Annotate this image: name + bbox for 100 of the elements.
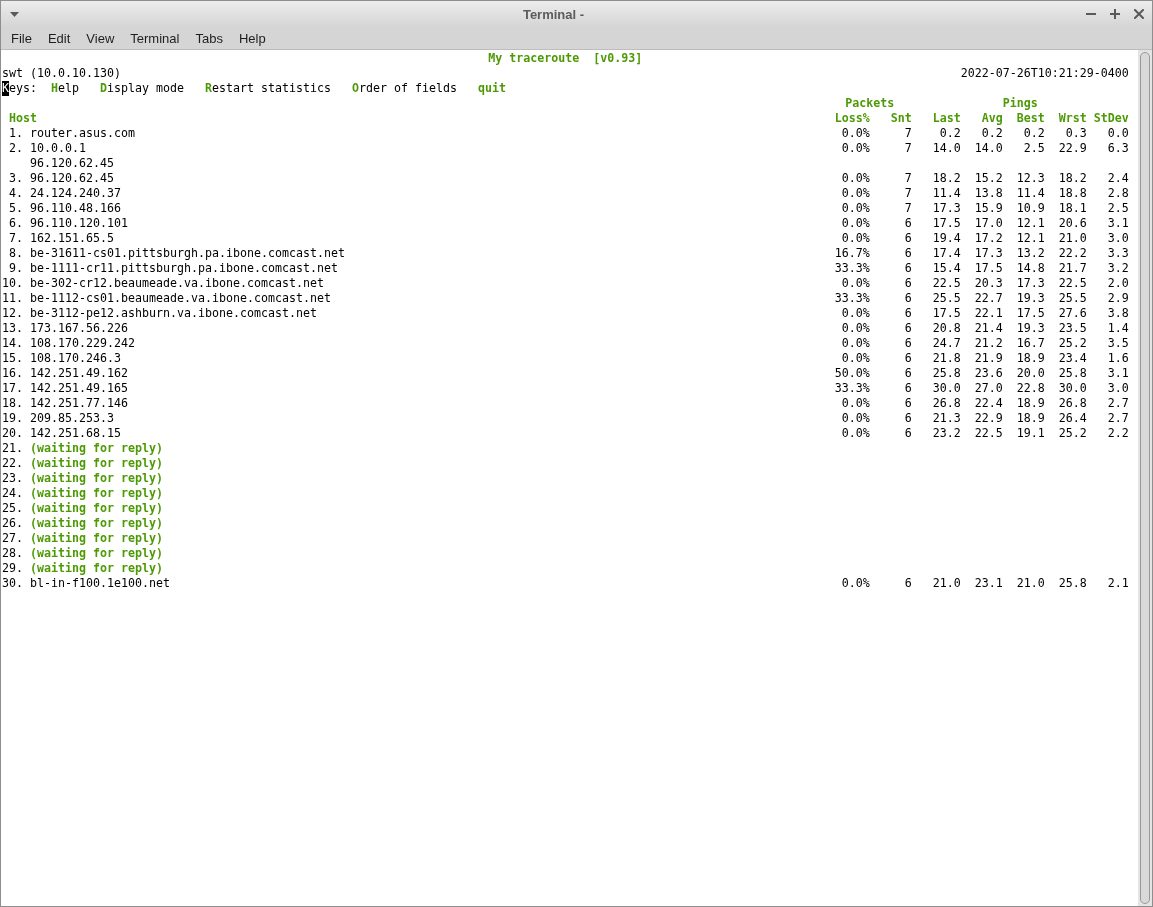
table-cell: 25.2 — [1058, 426, 1087, 441]
hop-number: 5. — [9, 201, 23, 216]
hop-number: 28. — [2, 546, 23, 561]
table-cell: 25.2 — [1058, 336, 1087, 351]
table-cell: 30.0 — [1058, 381, 1087, 396]
table-cell: 6 — [904, 216, 912, 231]
hop-number: 17. — [2, 381, 23, 396]
status-text: (waiting for reply) — [29, 486, 163, 501]
menu-item[interactable]: File — [3, 28, 40, 48]
key-hint: Help — [51, 81, 79, 96]
table-cell: 2.1 — [1107, 576, 1129, 591]
table-cell: 17.5 — [974, 261, 1003, 276]
table-cell: 25.8 — [1058, 576, 1087, 591]
caret-icon[interactable] — [10, 11, 19, 17]
menu-item[interactable]: Help — [230, 28, 274, 48]
table-cell: 17.0 — [974, 216, 1003, 231]
host-name: 173.167.56.226 — [29, 321, 128, 336]
table-cell: 7 — [904, 171, 912, 186]
table-cell: 6 — [904, 351, 912, 366]
column-header: Wrst — [1058, 111, 1087, 126]
hop-number: 25. — [2, 501, 23, 516]
menu-item[interactable]: Edit — [39, 28, 79, 48]
host-name: be-1112-cs01.beaumeade.va.ibone.comcast.net — [29, 291, 331, 306]
table-cell: 20.3 — [974, 276, 1003, 291]
table-cell: 21.0 — [932, 576, 961, 591]
table-cell: 3.0 — [1107, 231, 1129, 246]
host-name: 96.120.62.45 — [29, 156, 114, 171]
table-cell: 17.5 — [1016, 306, 1045, 321]
hop-number: 27. — [2, 531, 23, 546]
hop-number: 13. — [2, 321, 23, 336]
table-cell: 18.2 — [932, 171, 961, 186]
table-cell: 0.2 — [981, 126, 1003, 141]
table-cell: 25.5 — [1058, 291, 1087, 306]
table-cell: 22.9 — [1058, 141, 1087, 156]
close-icon[interactable] — [1134, 9, 1144, 19]
table-cell: 33.3% — [834, 381, 870, 396]
table-cell: 25.8 — [932, 366, 961, 381]
table-cell: 19.1 — [1016, 426, 1045, 441]
table-cell: 17.5 — [932, 306, 961, 321]
table-cell: 23.4 — [1058, 351, 1087, 366]
table-cell: 17.3 — [932, 201, 961, 216]
host-name: 10.0.0.1 — [29, 141, 86, 156]
table-cell: 30.0 — [932, 381, 961, 396]
table-cell: 25.5 — [932, 291, 961, 306]
table-cell: 7 — [904, 201, 912, 216]
table-cell: 6 — [904, 306, 912, 321]
table-cell: 21.7 — [1058, 261, 1087, 276]
key-hint: Order of fields — [351, 81, 457, 96]
table-cell: 33.3% — [834, 261, 870, 276]
status-text: (waiting for reply) — [29, 531, 163, 546]
hop-number: 19. — [2, 411, 23, 426]
table-cell: 0.0% — [841, 576, 870, 591]
table-cell: 14.8 — [1016, 261, 1045, 276]
table-cell: 27.0 — [974, 381, 1003, 396]
key-hint: Display mode — [99, 81, 184, 96]
hop-number: 11. — [2, 291, 23, 306]
table-cell: 0.0% — [841, 276, 870, 291]
host-name: 96.110.120.101 — [29, 216, 128, 231]
table-cell: 6 — [904, 411, 912, 426]
table-cell: 23.2 — [932, 426, 961, 441]
table-cell: 50.0% — [834, 366, 870, 381]
table-cell: 13.8 — [974, 186, 1003, 201]
table-cell: 25.8 — [1058, 366, 1087, 381]
host-name: bl-in-f100.1e100.net — [29, 576, 170, 591]
hop-number: 24. — [2, 486, 23, 501]
column-header: Host — [9, 111, 37, 126]
column-header: Loss% — [834, 111, 870, 126]
table-cell: 21.8 — [932, 351, 961, 366]
menu-item[interactable]: View — [78, 28, 123, 48]
table-cell: 21.4 — [974, 321, 1003, 336]
host-name: 162.151.65.5 — [29, 231, 114, 246]
table-cell: 18.9 — [1016, 396, 1045, 411]
hop-number: 26. — [2, 516, 23, 531]
column-group-header: Packets — [845, 96, 895, 111]
table-cell: 6 — [904, 576, 912, 591]
status-text: (waiting for reply) — [29, 456, 163, 471]
hop-number: 22. — [2, 456, 23, 471]
table-cell: 17.4 — [932, 246, 961, 261]
table-cell: 6 — [904, 276, 912, 291]
status-text: (waiting for reply) — [29, 561, 163, 576]
maximize-icon[interactable] — [1110, 9, 1120, 19]
host-name: 142.251.68.15 — [29, 426, 121, 441]
table-cell: 18.9 — [1016, 351, 1045, 366]
table-cell: 17.3 — [1016, 276, 1045, 291]
hop-number: 30. — [2, 576, 23, 591]
table-cell: 2.0 — [1107, 276, 1129, 291]
table-cell: 0.0% — [841, 411, 870, 426]
host-name: be-31611-cs01.pittsburgh.pa.ibone.comcast.net — [29, 246, 345, 261]
table-cell: 11.4 — [1016, 186, 1045, 201]
menu-item[interactable]: Tabs — [187, 28, 231, 48]
table-cell: 21.0 — [1016, 576, 1045, 591]
table-cell: 7 — [904, 141, 912, 156]
table-cell: 33.3% — [834, 291, 870, 306]
table-cell: 0.3 — [1065, 126, 1087, 141]
table-cell: 0.0% — [841, 216, 870, 231]
table-cell: 22.7 — [974, 291, 1003, 306]
menu-item[interactable]: Terminal — [122, 28, 188, 48]
table-cell: 0.0% — [841, 231, 870, 246]
column-header: Snt — [890, 111, 912, 126]
table-cell: 27.6 — [1058, 306, 1087, 321]
